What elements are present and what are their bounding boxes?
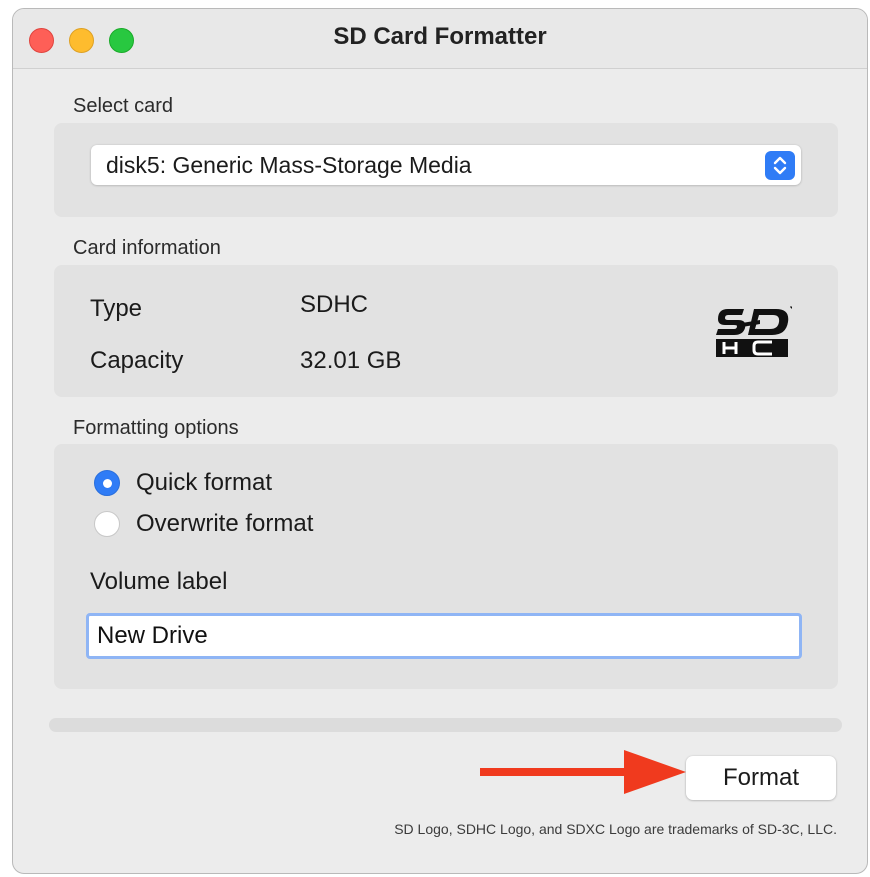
sdhc-logo-icon [714,303,794,359]
quick-format-radio[interactable] [94,470,120,496]
overwrite-format-label: Overwrite format [136,510,314,537]
card-information-label: Card information [73,237,221,259]
type-label: Type [90,295,143,322]
formatting-options-panel: Quick format Overwrite format Volume lab… [54,444,838,689]
quick-format-option[interactable]: Quick format [94,468,272,498]
volume-label-input[interactable] [86,613,802,659]
format-progress-bar [49,718,842,732]
overwrite-format-radio[interactable] [94,511,120,537]
select-card-panel: disk5: Generic Mass-Storage Media [54,123,838,217]
title-bar: SD Card Formatter [13,9,867,69]
window-title: SD Card Formatter [333,23,547,50]
card-select-dropdown[interactable]: disk5: Generic Mass-Storage Media [91,145,801,185]
formatting-options-label: Formatting options [73,417,239,439]
format-button[interactable]: Format [686,756,836,800]
type-value: SDHC [300,291,369,318]
card-information-panel: Type SDHC Capacity 32.01 GB [54,265,838,397]
capacity-value: 32.01 GB [300,347,402,374]
select-stepper-icon[interactable] [765,151,795,180]
trademark-notice: SD Logo, SDHC Logo, and SDXC Logo are tr… [394,821,837,837]
card-select-value: disk5: Generic Mass-Storage Media [106,152,472,178]
red-arrow-icon [480,750,686,794]
sd-card-formatter-window: SD Card Formatter Select card disk5: Gen… [12,8,868,874]
capacity-label: Capacity [90,347,184,374]
overwrite-format-option[interactable]: Overwrite format [94,509,313,539]
quick-format-label: Quick format [136,469,273,496]
select-card-label: Select card [73,95,174,117]
volume-label-title: Volume label [90,568,228,595]
